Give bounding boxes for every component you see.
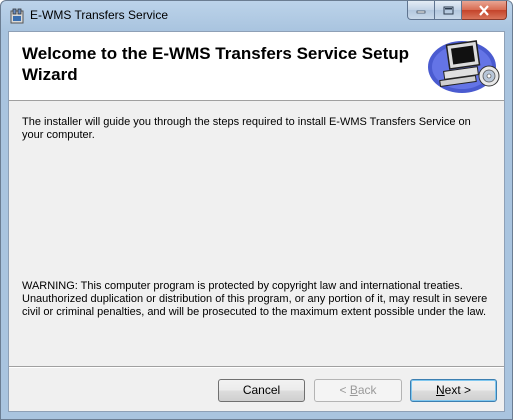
- title-bar[interactable]: E-WMS Transfers Service: [1, 1, 512, 31]
- back-button-label: ack: [357, 383, 377, 397]
- installer-app-icon: [10, 8, 24, 24]
- footer-divider: [9, 366, 504, 368]
- maximize-icon: [443, 6, 453, 14]
- wizard-banner: Welcome to the E-WMS Transfers Service S…: [9, 32, 504, 101]
- close-button[interactable]: [462, 1, 507, 20]
- next-button-mnemonic: N: [435, 383, 445, 397]
- window-title: E-WMS Transfers Service: [30, 8, 169, 22]
- maximize-button[interactable]: [435, 1, 462, 20]
- cancel-button[interactable]: Cancel: [218, 379, 305, 402]
- next-button[interactable]: Next >: [410, 379, 497, 402]
- wizard-client-area: Welcome to the E-WMS Transfers Service S…: [8, 31, 505, 412]
- back-button[interactable]: < Back: [314, 379, 402, 402]
- back-button-mnemonic: B: [349, 383, 358, 397]
- minimize-button[interactable]: [407, 1, 435, 20]
- caption-buttons: [407, 1, 507, 21]
- copyright-warning-text: WARNING: This computer program is protec…: [22, 280, 488, 318]
- next-button-label: ext >: [444, 383, 472, 397]
- minimize-icon: [416, 10, 426, 14]
- intro-text: The installer will guide you through the…: [22, 116, 471, 141]
- setup-window: E-WMS Transfers Service Welcome to the E…: [0, 0, 513, 420]
- computer-setup-icon: [428, 40, 500, 93]
- back-button-prefix: <: [339, 383, 350, 397]
- page-title: Welcome to the E-WMS Transfers Service S…: [22, 44, 410, 84]
- cancel-button-label: Cancel: [242, 383, 281, 397]
- close-icon: [479, 4, 489, 16]
